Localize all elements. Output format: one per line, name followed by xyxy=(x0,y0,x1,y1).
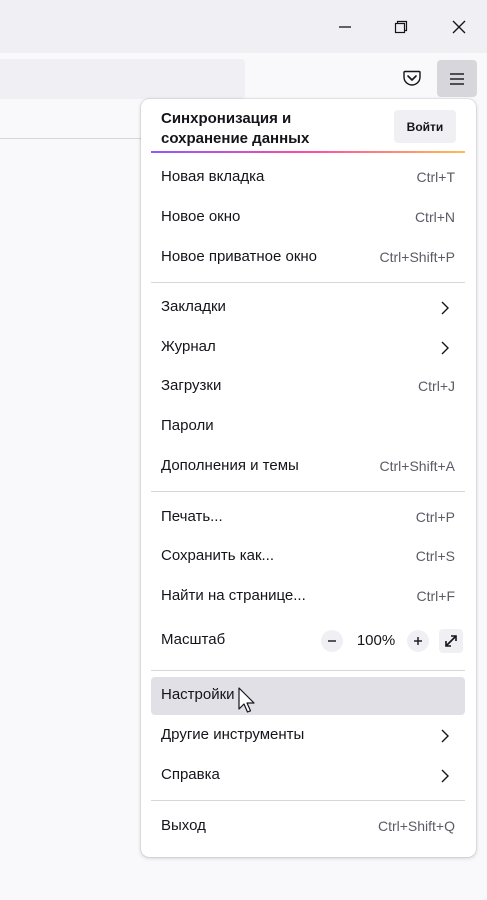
menu-item-new-private-window[interactable]: Новое приватное окно Ctrl+Shift+P xyxy=(151,239,465,277)
minimize-button[interactable] xyxy=(317,0,373,53)
zoom-out-button[interactable] xyxy=(321,630,343,652)
menu-separator xyxy=(151,282,465,283)
menu-item-label: Справка xyxy=(161,766,220,783)
menu-item-label: Сохранить как... xyxy=(161,547,275,564)
title-bar xyxy=(0,0,487,53)
close-icon xyxy=(452,20,466,33)
menu-item-shortcut: Ctrl+Shift+A xyxy=(379,458,455,474)
menu-item-shortcut: Ctrl+S xyxy=(415,548,455,564)
bookmarks-toolbar xyxy=(0,104,150,139)
menu-item-shortcut: Ctrl+P xyxy=(415,509,455,525)
menu-item-label: Новое приватное окно xyxy=(161,248,318,265)
sync-header: Синхронизация и сохранение данных Войти xyxy=(151,99,465,152)
app-menu-button[interactable] xyxy=(437,60,477,97)
chevron-right-icon xyxy=(441,341,449,355)
menu-item-label: Дополнения и темы xyxy=(161,457,299,474)
plus-icon xyxy=(414,637,422,645)
chevron-right-icon xyxy=(441,729,449,743)
zoom-in-button[interactable] xyxy=(407,630,429,652)
menu-item-more-tools[interactable]: Другие инструменты xyxy=(151,717,465,755)
zoom-level[interactable]: 100% xyxy=(353,632,399,649)
menu-item-label: Настройки xyxy=(161,686,235,703)
menu-item-label: Загрузки xyxy=(161,377,222,394)
minus-icon xyxy=(328,640,336,642)
menu-separator xyxy=(151,670,465,671)
menu-item-label: Новая вкладка xyxy=(161,168,265,185)
menu-item-shortcut: Ctrl+J xyxy=(418,378,455,394)
sync-divider xyxy=(151,151,465,153)
menu-item-label: Журнал xyxy=(161,338,216,355)
menu-item-shortcut: Ctrl+Shift+Q xyxy=(377,818,455,834)
menu-item-label: Пароли xyxy=(161,417,214,434)
zoom-controls: 100% xyxy=(321,628,465,654)
menu-item-shortcut: Ctrl+F xyxy=(416,588,456,604)
menu-item-new-window[interactable]: Новое окно Ctrl+N xyxy=(151,199,465,237)
menu-item-print[interactable]: Печать... Ctrl+P xyxy=(151,499,465,537)
app-menu-panel: Синхронизация и сохранение данных Войти … xyxy=(141,99,476,857)
minimize-icon xyxy=(339,25,351,28)
fullscreen-icon xyxy=(445,635,457,647)
menu-item-find-in-page[interactable]: Найти на странице... Ctrl+F xyxy=(151,578,465,616)
menu-item-new-tab[interactable]: Новая вкладка Ctrl+T xyxy=(151,159,465,197)
menu-item-save-as[interactable]: Сохранить как... Ctrl+S xyxy=(151,538,465,576)
pocket-button[interactable] xyxy=(396,61,428,95)
menu-item-passwords[interactable]: Пароли xyxy=(151,408,465,446)
chevron-right-icon xyxy=(441,769,449,783)
menu-item-label: Печать... xyxy=(161,508,223,525)
menu-item-label: Масштаб xyxy=(161,631,226,648)
sync-title: Синхронизация и сохранение данных xyxy=(161,110,310,147)
signin-button[interactable]: Войти xyxy=(394,110,456,143)
menu-item-zoom: Масштаб 100% xyxy=(151,622,465,660)
url-bar[interactable] xyxy=(0,59,245,99)
menu-item-downloads[interactable]: Загрузки Ctrl+J xyxy=(151,368,465,406)
menu-item-label: Другие инструменты xyxy=(161,726,305,743)
hamburger-icon xyxy=(450,72,464,85)
mouse-cursor-icon xyxy=(238,687,255,713)
close-button[interactable] xyxy=(431,0,487,53)
pocket-icon xyxy=(403,70,421,86)
fullscreen-button[interactable] xyxy=(439,629,463,653)
menu-item-exit[interactable]: Выход Ctrl+Shift+Q xyxy=(151,808,465,846)
menu-item-label: Выход xyxy=(161,817,206,834)
menu-item-label: Новое окно xyxy=(161,208,241,225)
menu-item-label: Найти на странице... xyxy=(161,587,306,604)
menu-item-shortcut: Ctrl+N xyxy=(414,209,455,225)
menu-item-history[interactable]: Журнал xyxy=(151,329,465,367)
restore-icon xyxy=(394,20,408,33)
menu-separator xyxy=(151,491,465,492)
menu-item-settings[interactable]: Настройки xyxy=(151,677,465,715)
menu-item-bookmarks[interactable]: Закладки xyxy=(151,289,465,327)
menu-item-shortcut: Ctrl+T xyxy=(416,169,456,185)
menu-item-label: Закладки xyxy=(161,298,226,315)
menu-item-help[interactable]: Справка xyxy=(151,757,465,795)
menu-separator xyxy=(151,800,465,801)
menu-item-addons[interactable]: Дополнения и темы Ctrl+Shift+A xyxy=(151,448,465,486)
menu-item-shortcut: Ctrl+Shift+P xyxy=(379,249,455,265)
restore-button[interactable] xyxy=(373,0,429,53)
navigation-toolbar xyxy=(0,53,487,104)
chevron-right-icon xyxy=(441,301,449,315)
